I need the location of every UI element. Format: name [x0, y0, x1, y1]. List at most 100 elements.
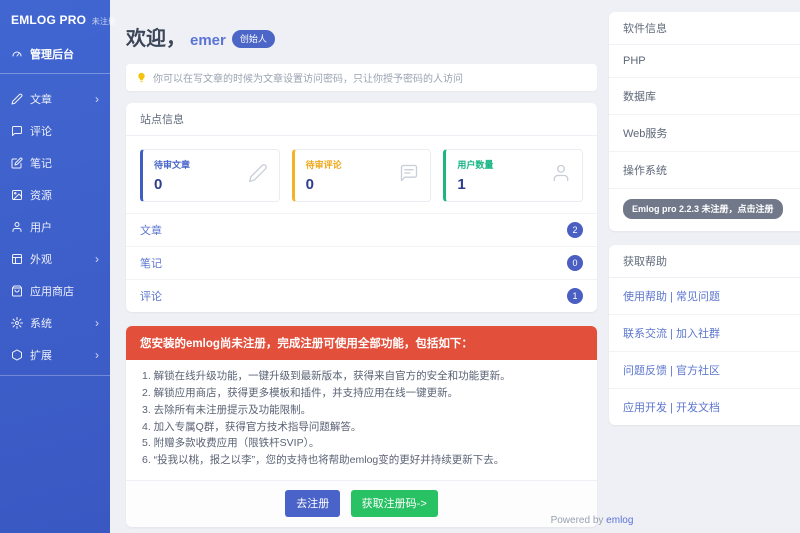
sidebar-item-comments[interactable]: 评论: [0, 115, 110, 147]
sidebar-item-label: 扩展: [30, 347, 52, 363]
software-info-title: 软件信息: [609, 12, 800, 45]
register-alert-card: 您安装的emlog尚未注册，完成注册可使用全部功能，包括如下： 1. 解锁在线升…: [126, 326, 597, 527]
powered-by-text: Powered by: [551, 515, 604, 526]
sidebar-item-articles[interactable]: 文章 ›: [0, 83, 110, 115]
sidebar-item-label: 资源: [30, 187, 52, 203]
stat-pending-articles[interactable]: 待审文章 0: [140, 149, 280, 202]
alert-benefit-item: 3. 去除所有未注册提示及功能限制。: [142, 404, 581, 418]
help-link-contact[interactable]: 联系交流 | 加入社群: [609, 315, 800, 352]
dashboard-icon: [11, 48, 23, 60]
stat-pending-comments[interactable]: 待审评论 0: [292, 149, 432, 202]
page-title: 欢迎，emer 创始人: [126, 22, 597, 51]
help-link-dev[interactable]: 应用开发 | 开发文档: [609, 389, 800, 425]
chevron-right-icon: ›: [95, 94, 99, 104]
version-register-badge[interactable]: Emlog pro 2.2.3 未注册，点击注册: [623, 199, 783, 219]
content-area: 欢迎，emer 创始人 你可以在写文章的时候为文章设置访问密码，只让你授予密码的人…: [110, 0, 800, 533]
chevron-right-icon: ›: [95, 318, 99, 328]
person-icon: [551, 163, 571, 188]
row-articles[interactable]: 文章 2: [126, 213, 597, 246]
sidebar-item-label: 外观: [30, 251, 52, 267]
stat-user-count[interactable]: 用户数量 1: [443, 149, 583, 202]
help-link-usage[interactable]: 使用帮助 | 常见问题: [609, 278, 800, 315]
stat-label: 待审文章: [154, 158, 190, 171]
sidebar-item-label: 评论: [30, 123, 52, 139]
sidebar-item-label: 管理后台: [30, 46, 74, 62]
brand-name: EMLOG PRO: [11, 13, 86, 27]
footer: Powered by emlog: [422, 515, 762, 526]
software-row-webserver: Web服务: [609, 115, 800, 152]
sidebar-item-appearance[interactable]: 外观 ›: [0, 243, 110, 275]
row-label: 评论: [140, 288, 162, 304]
article-icon: [11, 93, 23, 105]
main-column: 欢迎，emer 创始人 你可以在写文章的时候为文章设置访问密码，只让你授予密码的人…: [126, 12, 597, 533]
stat-value: 0: [306, 176, 342, 193]
sidebar-item-users[interactable]: 用户: [0, 211, 110, 243]
username-link[interactable]: emer: [190, 32, 226, 49]
count-badge: 2: [567, 222, 583, 238]
right-column: 软件信息 PHP 数据库 Web服务 操作系统 Emlog pro 2.2.3 …: [609, 12, 800, 533]
sidebar-item-dashboard[interactable]: 管理后台: [0, 36, 110, 74]
sidebar-item-label: 用户: [30, 219, 52, 235]
alert-benefit-item: 5. 附赠多款收费应用（限铁杆SVIP）。: [142, 437, 581, 451]
count-badge: 1: [567, 288, 583, 304]
chevron-right-icon: ›: [95, 254, 99, 264]
count-badge: 0: [567, 255, 583, 271]
pencil-icon: [248, 163, 268, 188]
site-info-card: 站点信息 待审文章 0 待审评论 0: [126, 103, 597, 312]
stats-row: 待审文章 0 待审评论 0: [126, 136, 597, 213]
software-row-os: 操作系统: [609, 152, 800, 189]
chat-icon: [399, 163, 419, 188]
sidebar-item-app-store[interactable]: 应用商店: [0, 275, 110, 307]
app-root: EMLOG PRO 未注册 管理后台 文章 › 评论: [0, 0, 800, 533]
brand[interactable]: EMLOG PRO 未注册: [0, 0, 110, 36]
alert-benefit-item: 2. 解锁应用商店，获得更多模板和插件，并支持应用在线一键更新。: [142, 387, 581, 401]
store-icon: [11, 285, 23, 297]
emlog-link[interactable]: emlog: [606, 515, 633, 526]
help-card: 获取帮助 使用帮助 | 常见问题 联系交流 | 加入社群 问题反馈 | 官方社区…: [609, 245, 800, 425]
alert-benefit-list: 1. 解锁在线升级功能，一键升级到最新版本，获得来自官方的安全和功能更新。 2.…: [126, 360, 597, 480]
note-icon: [11, 157, 23, 169]
sidebar-item-label: 应用商店: [30, 283, 74, 299]
software-info-card: 软件信息 PHP 数据库 Web服务 操作系统 Emlog pro 2.2.3 …: [609, 12, 800, 231]
sidebar-item-resources[interactable]: 资源: [0, 179, 110, 211]
get-code-button[interactable]: 获取注册码->: [351, 490, 438, 517]
sidebar-item-notes[interactable]: 笔记: [0, 147, 110, 179]
alert-benefit-item: 6. “投我以桃，报之以李”，您的支持也将帮助emlog变的更好并持续更新下去。: [142, 454, 581, 468]
go-register-button[interactable]: 去注册: [285, 490, 340, 517]
site-info-title: 站点信息: [126, 103, 597, 136]
help-title: 获取帮助: [609, 245, 800, 278]
software-row-database: 数据库: [609, 78, 800, 115]
stat-label: 用户数量: [457, 158, 493, 171]
stat-value: 1: [457, 176, 493, 193]
lightbulb-icon: [136, 72, 147, 83]
role-badge: 创始人: [232, 30, 275, 48]
system-icon: [11, 317, 23, 329]
software-row-php: PHP: [609, 45, 800, 78]
alert-benefit-item: 1. 解锁在线升级功能，一键升级到最新版本，获得来自官方的安全和功能更新。: [142, 370, 581, 384]
tip-bar: 你可以在写文章的时候为文章设置访问密码，只让你授予密码的人访问: [126, 64, 597, 91]
row-notes[interactable]: 笔记 0: [126, 246, 597, 279]
chevron-right-icon: ›: [95, 350, 99, 360]
stat-value: 0: [154, 176, 190, 193]
stat-label: 待审评论: [306, 158, 342, 171]
sidebar-item-extensions[interactable]: 扩展 ›: [0, 339, 110, 376]
sidebar-item-label: 系统: [30, 315, 52, 331]
appearance-icon: [11, 253, 23, 265]
welcome-text: 欢迎，: [126, 28, 186, 50]
sidebar-nav: 文章 › 评论 笔记 资源: [0, 83, 110, 376]
row-comments[interactable]: 评论 1: [126, 279, 597, 312]
tip-text: 你可以在写文章的时候为文章设置访问密码，只让你授予密码的人访问: [153, 70, 463, 85]
comment-icon: [11, 125, 23, 137]
row-label: 笔记: [140, 255, 162, 271]
row-label: 文章: [140, 222, 162, 238]
help-link-feedback[interactable]: 问题反馈 | 官方社区: [609, 352, 800, 389]
resource-icon: [11, 189, 23, 201]
sidebar-item-label: 笔记: [30, 155, 52, 171]
alert-benefit-item: 4. 加入专属Q群，获得官方技术指导问题解答。: [142, 421, 581, 435]
sidebar-item-system[interactable]: 系统 ›: [0, 307, 110, 339]
user-icon: [11, 221, 23, 233]
extension-icon: [11, 349, 23, 361]
alert-title: 您安装的emlog尚未注册，完成注册可使用全部功能，包括如下：: [126, 326, 597, 360]
sidebar: EMLOG PRO 未注册 管理后台 文章 › 评论: [0, 0, 110, 533]
sidebar-item-label: 文章: [30, 91, 52, 107]
